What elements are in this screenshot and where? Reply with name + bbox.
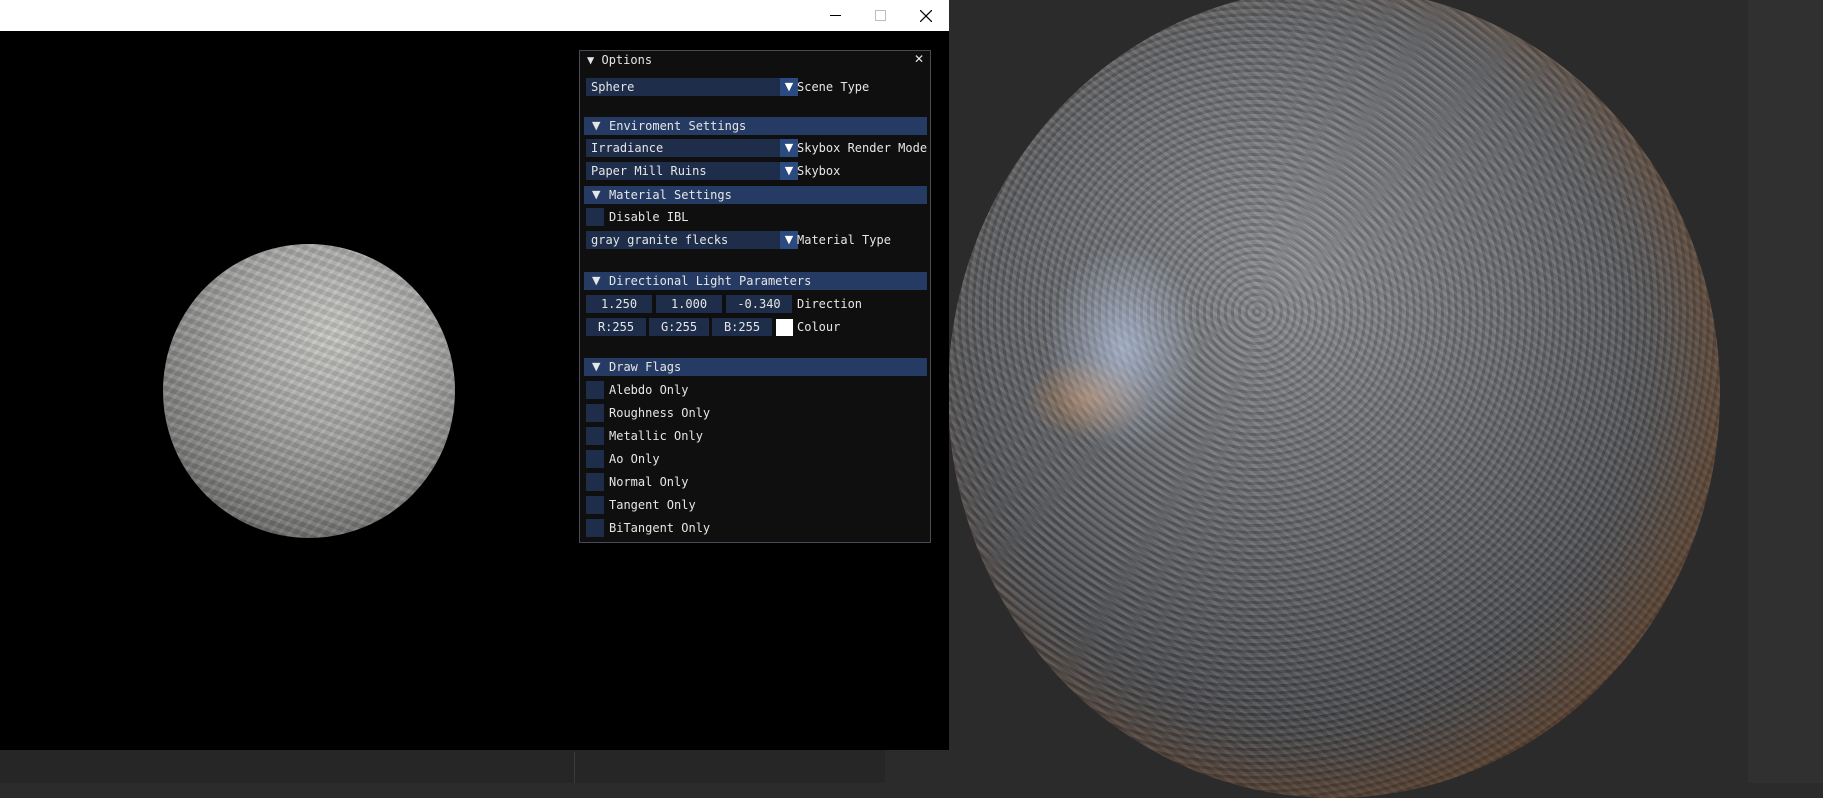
environment-settings-label: Enviroment Settings — [609, 119, 747, 133]
collapse-arrow-icon[interactable]: ▼ — [587, 53, 594, 67]
colour-r-input[interactable]: R:255 — [586, 318, 646, 336]
close-button[interactable] — [903, 0, 949, 31]
collapse-arrow-icon: ▼ — [592, 360, 601, 373]
reference-granite-sphere-image — [948, 0, 1720, 798]
dropdown-arrow-icon[interactable]: ▼ — [780, 231, 798, 249]
direction-label: Direction — [797, 297, 863, 311]
colour-label: Colour — [797, 320, 841, 334]
disable-ibl-label: Disable IBL — [609, 210, 689, 224]
directional-light-label: Directional Light Parameters — [609, 274, 812, 288]
albedo-only-label: Alebdo Only — [609, 383, 689, 397]
minimize-icon — [829, 15, 841, 16]
desktop-side-panel — [1748, 0, 1823, 783]
tangent-only-label: Tangent Only — [609, 498, 696, 512]
renderer-window: ▼ Options ✕ Sphere ▼ Scene Type ▼ Enviro… — [0, 0, 949, 750]
scene-type-label: Scene Type — [797, 80, 870, 94]
roughness-only-label: Roughness Only — [609, 406, 711, 420]
skybox-value: Paper Mill Ruins — [591, 164, 707, 178]
maximize-button[interactable] — [857, 0, 903, 31]
roughness-only-checkbox[interactable] — [586, 404, 604, 422]
collapse-arrow-icon: ▼ — [592, 119, 601, 132]
directional-light-header[interactable]: ▼ Directional Light Parameters — [584, 272, 927, 290]
scene-type-value: Sphere — [591, 80, 635, 94]
options-panel[interactable]: ▼ Options ✕ Sphere ▼ Scene Type ▼ Enviro… — [579, 50, 931, 543]
collapse-arrow-icon: ▼ — [592, 274, 601, 287]
title-bar[interactable] — [0, 0, 949, 31]
albedo-only-checkbox[interactable] — [586, 381, 604, 399]
direction-x-input[interactable]: 1.250 — [586, 295, 652, 313]
close-icon[interactable]: ✕ — [914, 52, 924, 66]
normal-only-checkbox[interactable] — [586, 473, 604, 491]
skybox-combo[interactable]: Paper Mill Ruins ▼ — [586, 162, 798, 180]
ao-only-label: Ao Only — [609, 452, 660, 466]
bitangent-only-checkbox[interactable] — [586, 519, 604, 537]
draw-flags-label: Draw Flags — [609, 360, 682, 374]
ao-only-checkbox[interactable] — [586, 450, 604, 468]
close-icon — [920, 9, 932, 22]
maximize-icon — [874, 10, 886, 21]
minimize-button[interactable] — [812, 0, 858, 31]
dropdown-arrow-icon[interactable]: ▼ — [780, 78, 798, 96]
collapse-arrow-icon: ▼ — [592, 188, 601, 201]
desktop-taskbar-area — [0, 750, 885, 783]
rendered-sphere — [163, 244, 455, 538]
metallic-only-label: Metallic Only — [609, 429, 703, 443]
metallic-only-checkbox[interactable] — [586, 427, 604, 445]
draw-flags-header[interactable]: ▼ Draw Flags — [584, 358, 927, 376]
dropdown-arrow-icon[interactable]: ▼ — [780, 139, 798, 157]
direction-z-input[interactable]: -0.340 — [726, 295, 792, 313]
direction-y-input[interactable]: 1.000 — [656, 295, 722, 313]
normal-only-label: Normal Only — [609, 475, 689, 489]
colour-g-input[interactable]: G:255 — [649, 318, 709, 336]
options-title-bar[interactable]: ▼ Options ✕ — [580, 51, 930, 68]
material-type-combo[interactable]: gray granite flecks ▼ — [586, 231, 798, 249]
skybox-render-mode-label: Skybox Render Mode — [797, 141, 928, 155]
material-type-value: gray granite flecks — [591, 233, 729, 247]
skybox-render-mode-combo[interactable]: Irradiance ▼ — [586, 139, 798, 157]
scene-type-combo[interactable]: Sphere ▼ — [586, 78, 798, 96]
desktop-divider — [574, 752, 575, 783]
material-settings-label: Material Settings — [609, 188, 732, 202]
tangent-only-checkbox[interactable] — [586, 496, 604, 514]
skybox-render-mode-value: Irradiance — [591, 141, 664, 155]
bitangent-only-label: BiTangent Only — [609, 521, 711, 535]
environment-settings-header[interactable]: ▼ Enviroment Settings — [584, 117, 927, 135]
material-settings-header[interactable]: ▼ Material Settings — [584, 186, 927, 204]
disable-ibl-checkbox[interactable] — [586, 208, 604, 226]
dropdown-arrow-icon[interactable]: ▼ — [780, 162, 798, 180]
skybox-label: Skybox — [797, 164, 841, 178]
colour-swatch[interactable] — [776, 319, 793, 336]
colour-b-input[interactable]: B:255 — [712, 318, 772, 336]
options-title: ▼ Options — [587, 53, 653, 67]
material-type-label: Material Type — [797, 233, 891, 247]
